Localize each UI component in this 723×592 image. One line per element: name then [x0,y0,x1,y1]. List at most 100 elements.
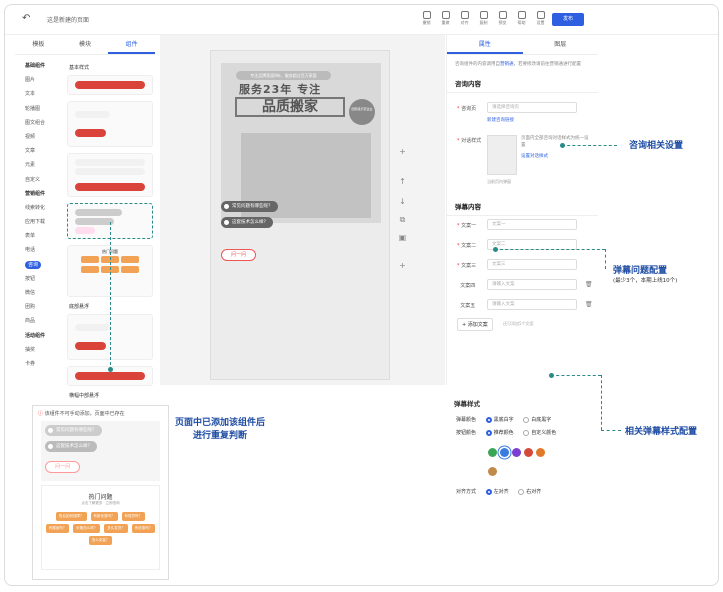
color-swatch[interactable] [536,448,545,457]
chat-icon [224,220,229,225]
hot-question-title: 热门问题 [88,494,113,501]
category-item[interactable]: 文本 [15,87,60,101]
category-item[interactable]: 咨询 [15,258,60,272]
add-icon[interactable]: + [398,261,407,270]
right-panel: 属性 图层 咨询组件的内容调用自营销通，若要修改请前往营销通进行配置 咨询内容 … [446,35,598,385]
component-card[interactable] [67,153,153,197]
copy-icon[interactable]: ⧉ [398,215,407,224]
danmu-section-title[interactable]: 弹幕内容 [447,197,598,216]
tool-redo[interactable]: 重做 [436,11,455,26]
radio-align-left[interactable]: 左对齐 [485,488,509,495]
danmu-style-panel: 弹幕样式 弹幕颜色 黑底白字 白底黑字 按钮颜色 推荐颜色 自定义颜色 对齐方式… [446,390,598,495]
danmu-text-input[interactable]: 请输入文案 [487,279,577,290]
phone-preview[interactable]: 专注品牌家居8年，服务超过百万家庭 服务23年 专注 品质搬家 国家级示范企业 … [210,50,390,380]
editor-canvas[interactable]: 专注品牌家居8年，服务超过百万家庭 服务23年 专注 品质搬家 国家级示范企业 … [160,35,445,385]
category-item[interactable]: 文章 [15,144,60,158]
category-item[interactable]: 自定义 [15,173,60,187]
component-card[interactable] [67,101,153,147]
tool-preview[interactable]: 预览 [493,11,512,26]
plus-icon[interactable]: + [398,147,407,156]
poster-line2: 品质搬家 [235,97,345,117]
tool-settings[interactable]: 设置 [531,11,550,26]
warning-text: ⓘ 该组件不可手动添加，页面中已存在 [38,411,125,417]
hot-question-tag: 有新优惠吗？ [90,512,118,521]
category-header: 基础组件 [25,63,46,69]
category-item[interactable]: 抽奖 [15,343,60,357]
tool-help[interactable]: 帮助 [512,11,531,26]
arrow-up-icon[interactable]: ↑ [398,177,407,186]
tab-properties[interactable]: 属性 [447,35,523,54]
radio-white-black[interactable]: 白底黑字 [523,416,551,423]
dialog-style-row: * 对话样式 页面内全部咨询对话样式为统一设置 设置对话样式 当前页内弹窗 [447,131,598,191]
trash-icon[interactable]: 🗑 [585,281,593,288]
add-text-button[interactable]: + 添加文案 [457,318,493,331]
consult-section-title[interactable]: 咨询内容 [447,74,598,93]
dedupe-annotation: 页面中已添加该组件后 进行重复判断 [175,418,266,441]
color-swatch[interactable] [488,467,497,476]
screenshot-frame: ↶ 这是新建的页面 撤销 重做 对齐 复制 预览 帮助 设置 发布 模板 模块 … [4,4,719,586]
tab-modules[interactable]: 模块 [62,35,109,54]
category-item[interactable]: 表单 [15,229,60,243]
tab-components[interactable]: 组件 [108,35,156,54]
category-item[interactable]: 按钮 [15,272,60,286]
component-card[interactable] [67,75,153,95]
top-toolbar: ↶ 这是新建的页面 撤销 重做 对齐 复制 预览 帮助 设置 发布 [5,5,718,35]
trash-icon[interactable]: 🗑 [585,301,593,308]
color-swatch[interactable] [512,448,521,457]
dialog-style-preview[interactable] [487,135,517,175]
warning-preview: 常见问题有哪些呢？ 这套技术怎么样？ 问一问 [41,421,160,481]
category-item[interactable]: 团购 [15,300,60,314]
category-item[interactable]: 线索转化 [15,201,60,215]
danmu-bubble: 常见问题有哪些呢？ [45,425,102,436]
add-hint: 还可添加5个文案 [503,321,534,326]
dialog-style-link[interactable]: 设置对话样式 [521,153,548,159]
danmu-text-input[interactable]: 文案三 [487,259,577,270]
color-swatch[interactable] [488,448,497,457]
category-item[interactable]: 微信 [15,286,60,300]
undo-icon[interactable]: ↶ [22,13,30,24]
tool-align[interactable]: 对齐 [455,11,474,26]
tool-copy[interactable]: 复制 [474,11,493,26]
category-item[interactable]: 图文组合 [15,116,60,130]
hot-question-tag: 售后如何保障？ [56,512,87,521]
publish-button[interactable]: 发布 [552,13,584,26]
category-item[interactable]: 轮播图 [15,102,60,116]
category-item[interactable]: 图片 [15,73,60,87]
page-title[interactable]: 这是新建的页面 [47,15,89,24]
connector-line [562,145,617,146]
ask-button[interactable]: 问一问 [221,249,256,261]
tab-layers[interactable]: 图层 [523,35,599,54]
arrow-down-icon[interactable]: ↓ [398,197,407,206]
poster-badge: 国家级示范企业 [349,99,375,125]
hot-question-tag: 有现货吗？ [121,512,145,521]
category-item[interactable]: 卡券 [15,357,60,371]
radio-black-white[interactable]: 黑底白字 [485,416,514,423]
preview-caption: 当前页内弹窗 [487,179,511,184]
radio-recommended[interactable]: 推荐颜色 [485,429,514,436]
category-item[interactable]: 元素 [15,158,60,172]
consult-page-select[interactable]: 请选择咨询页 [487,102,577,113]
category-item[interactable]: 商品 [15,314,60,328]
poster-image: 专注品牌家居8年，服务超过百万家庭 服务23年 专注 品质搬家 国家级示范企业 [221,63,381,223]
danmu-text-row: * 文案三 文案三 [447,256,598,276]
hot-question-tag: 有优惠吗？ [131,524,156,533]
tool-undo[interactable]: 撤销 [417,11,436,26]
notice-link[interactable]: 营销通 [500,62,514,67]
radio-align-right[interactable]: 右对齐 [518,488,541,495]
left-panel: 模板 模块 组件 基础组件 图片 文本 轮播图 图文组合 视频 文章 元素 自定义 营销组件 线索转… [15,35,156,399]
category-item[interactable]: 视频 [15,130,60,144]
danmu-text-input[interactable]: 文案一 [487,219,577,230]
radio-custom[interactable]: 自定义颜色 [523,429,556,436]
danmu-text-input[interactable]: 请输入文案 [487,299,577,310]
trash-icon[interactable]: ▣ [398,233,407,242]
consult-page-row: * 咨询页 请选择咨询页 [447,99,598,119]
category-item[interactable]: 电话 [15,243,60,257]
btn-color-row: 按钮颜色 推荐颜色 自定义颜色 [456,429,557,436]
color-swatch[interactable] [524,448,533,457]
danmu-config-annotation: 弹幕问题配置 (最少3个，本期上线10个) [613,266,678,284]
color-swatch[interactable] [500,448,509,457]
danmu-bubble: 常见问题有哪些呢？ [221,201,278,212]
connector-dot [560,143,565,148]
category-item[interactable]: 应用下载 [15,215,60,229]
tab-templates[interactable]: 模板 [15,35,62,54]
